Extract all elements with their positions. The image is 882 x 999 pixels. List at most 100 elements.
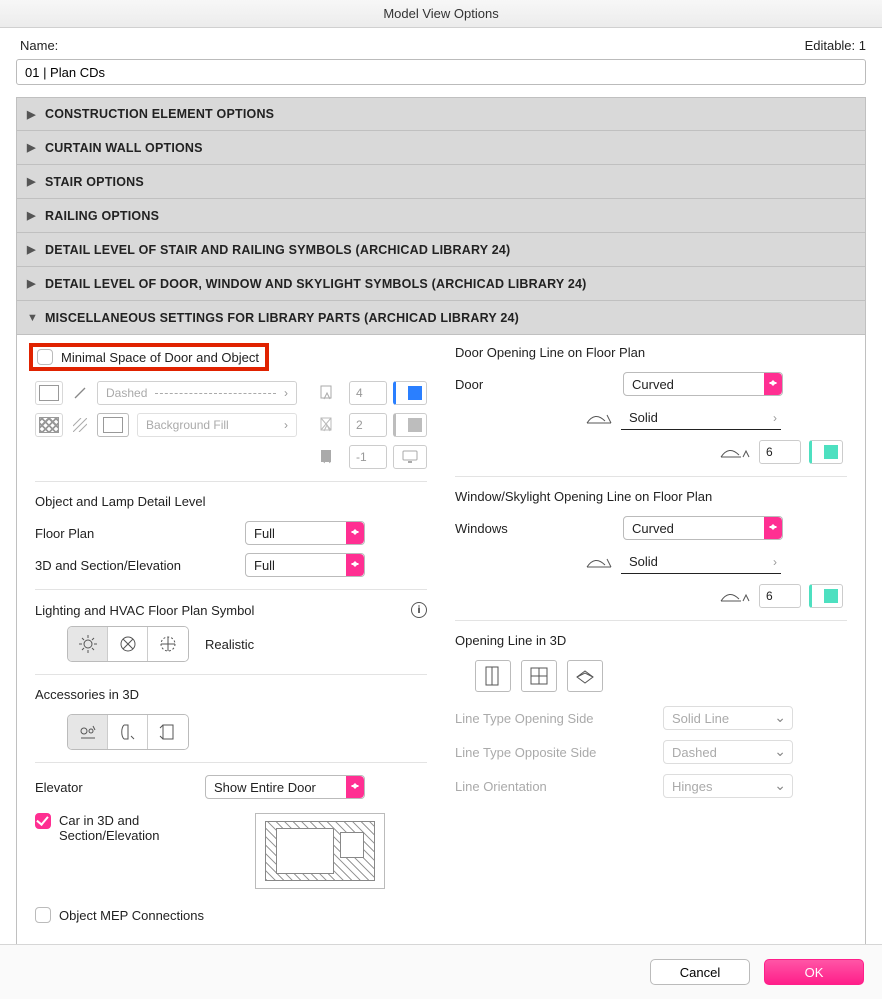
chevron-right-icon: › bbox=[284, 418, 288, 432]
editable-label: Editable: 1 bbox=[805, 38, 866, 53]
pen-hatch-icon bbox=[317, 413, 341, 437]
elevator-preview bbox=[255, 813, 385, 889]
section-label: CONSTRUCTION ELEMENT OPTIONS bbox=[45, 107, 274, 121]
accessories-toggle bbox=[67, 714, 189, 750]
arc-pen-icon bbox=[719, 443, 751, 461]
line-type-opposite-side-select: Dashed bbox=[663, 740, 793, 764]
chevron-right-icon: › bbox=[284, 386, 288, 400]
section-label: CURTAIN WALL OPTIONS bbox=[45, 141, 203, 155]
highlighted-option: Minimal Space of Door and Object bbox=[29, 343, 269, 371]
pen-fill-icon bbox=[317, 381, 341, 405]
chevron-right-icon: ▶ bbox=[27, 209, 41, 222]
window-pen-input[interactable] bbox=[759, 584, 801, 608]
accessories-mode-2[interactable] bbox=[108, 715, 148, 749]
hatch-swatch-icon[interactable] bbox=[35, 413, 63, 437]
select-value: Solid bbox=[629, 554, 658, 569]
section-label: STAIR OPTIONS bbox=[45, 175, 144, 189]
pen-number-input-1[interactable] bbox=[349, 381, 387, 405]
floor-plan-label: Floor Plan bbox=[35, 526, 245, 541]
opening-3d-title: Opening Line in 3D bbox=[455, 633, 847, 648]
lighting-mode-label: Realistic bbox=[205, 637, 254, 652]
mep-connections-checkbox[interactable] bbox=[35, 907, 51, 923]
select-value: Full bbox=[254, 558, 275, 573]
window-title: Model View Options bbox=[0, 0, 882, 28]
floor-plan-select[interactable]: Full bbox=[245, 521, 365, 545]
window-curve-select[interactable]: Curved bbox=[623, 516, 783, 540]
background-fill-select[interactable]: Background Fill › bbox=[137, 413, 297, 437]
window-linetype-select[interactable]: Solid › bbox=[621, 550, 781, 574]
lighting-mode-electrical[interactable] bbox=[108, 627, 148, 661]
line-type-label: Dashed bbox=[106, 386, 147, 400]
door-pen-color[interactable] bbox=[809, 440, 843, 464]
door-label: Door bbox=[455, 377, 615, 392]
line-orientation-select: Hinges bbox=[663, 774, 793, 798]
pen-solid-icon bbox=[317, 445, 341, 469]
pen-color-grey[interactable] bbox=[393, 413, 427, 437]
minimal-space-checkbox[interactable] bbox=[37, 349, 53, 365]
line-type-dashed-select[interactable]: Dashed › bbox=[97, 381, 297, 405]
info-icon[interactable]: i bbox=[411, 602, 427, 618]
fill-swatch-icon[interactable] bbox=[35, 381, 63, 405]
name-input[interactable] bbox=[16, 59, 866, 85]
lighting-hvac-title: Lighting and HVAC Floor Plan Symbol bbox=[35, 603, 254, 618]
cancel-button[interactable]: Cancel bbox=[650, 959, 750, 985]
pen-number-input-2[interactable] bbox=[349, 413, 387, 437]
door-curve-select[interactable]: Curved bbox=[623, 372, 783, 396]
arc-pen-icon bbox=[719, 587, 751, 605]
pen-color-blue[interactable] bbox=[393, 381, 427, 405]
lighting-mode-ceiling[interactable] bbox=[148, 627, 188, 661]
select-value: Full bbox=[254, 526, 275, 541]
accessories-mode-3[interactable] bbox=[148, 715, 188, 749]
fill-color-swatch[interactable] bbox=[97, 413, 129, 437]
window-opening-title: Window/Skylight Opening Line on Floor Pl… bbox=[455, 489, 847, 504]
chevron-right-icon: ▶ bbox=[27, 243, 41, 256]
lighting-mode-toggle bbox=[67, 626, 189, 662]
pen-number-input-3[interactable] bbox=[349, 445, 387, 469]
opening-3d-window-icon[interactable] bbox=[521, 660, 557, 692]
section-stair-railing-symbols[interactable]: ▶ DETAIL LEVEL OF STAIR AND RAILING SYMB… bbox=[16, 233, 866, 267]
section-stair-options[interactable]: ▶ STAIR OPTIONS bbox=[16, 165, 866, 199]
misc-settings-panel: Minimal Space of Door and Object Dashed … bbox=[16, 335, 866, 950]
lighting-mode-realistic[interactable] bbox=[68, 627, 108, 661]
select-value: Curved bbox=[632, 377, 674, 392]
arc-linetype-icon bbox=[585, 553, 613, 571]
section-railing-options[interactable]: ▶ RAILING OPTIONS bbox=[16, 199, 866, 233]
car-in-3d-label: Car in 3D and Section/Elevation bbox=[59, 813, 229, 843]
chevron-right-icon: › bbox=[773, 555, 777, 569]
line-orientation-label: Line Orientation bbox=[455, 779, 655, 794]
section-elevation-label: 3D and Section/Elevation bbox=[35, 558, 245, 573]
dialog-footer: Cancel OK bbox=[0, 944, 882, 999]
chevron-right-icon: ▶ bbox=[27, 277, 41, 290]
select-value: Hinges bbox=[672, 779, 712, 794]
select-value: Solid bbox=[629, 410, 658, 425]
select-value: Dashed bbox=[672, 745, 717, 760]
section-label: DETAIL LEVEL OF DOOR, WINDOW AND SKYLIGH… bbox=[45, 277, 587, 291]
section-curtain-wall-options[interactable]: ▶ CURTAIN WALL OPTIONS bbox=[16, 131, 866, 165]
door-linetype-select[interactable]: Solid › bbox=[621, 406, 781, 430]
window-pen-color[interactable] bbox=[809, 584, 843, 608]
section-label: RAILING OPTIONS bbox=[45, 209, 159, 223]
opening-3d-door-icon[interactable] bbox=[475, 660, 511, 692]
section-door-window-skylight-symbols[interactable]: ▶ DETAIL LEVEL OF DOOR, WINDOW AND SKYLI… bbox=[16, 267, 866, 301]
arc-linetype-icon bbox=[585, 409, 613, 427]
section-label: DETAIL LEVEL OF STAIR AND RAILING SYMBOL… bbox=[45, 243, 510, 257]
line-type-opposite-side-label: Line Type Opposite Side bbox=[455, 745, 655, 760]
opening-3d-skylight-icon[interactable] bbox=[567, 660, 603, 692]
ok-button[interactable]: OK bbox=[764, 959, 864, 985]
section-construction-element-options[interactable]: ▶ CONSTRUCTION ELEMENT OPTIONS bbox=[16, 97, 866, 131]
select-value: Show Entire Door bbox=[214, 780, 316, 795]
hatch-icon bbox=[71, 413, 89, 437]
background-fill-label: Background Fill bbox=[146, 418, 229, 432]
monitor-icon[interactable] bbox=[393, 445, 427, 469]
car-in-3d-checkbox[interactable] bbox=[35, 813, 51, 829]
section-misc-library-parts[interactable]: ▼ MISCELLANEOUS SETTINGS FOR LIBRARY PAR… bbox=[16, 301, 866, 335]
door-pen-input[interactable] bbox=[759, 440, 801, 464]
chevron-down-icon: ▼ bbox=[27, 312, 41, 324]
line-slash-icon bbox=[71, 381, 89, 405]
accessories-mode-1[interactable] bbox=[68, 715, 108, 749]
elevator-select[interactable]: Show Entire Door bbox=[205, 775, 365, 799]
section-elevation-select[interactable]: Full bbox=[245, 553, 365, 577]
elevator-label: Elevator bbox=[35, 780, 205, 795]
section-label: MISCELLANEOUS SETTINGS FOR LIBRARY PARTS… bbox=[45, 311, 519, 325]
chevron-right-icon: › bbox=[773, 411, 777, 425]
